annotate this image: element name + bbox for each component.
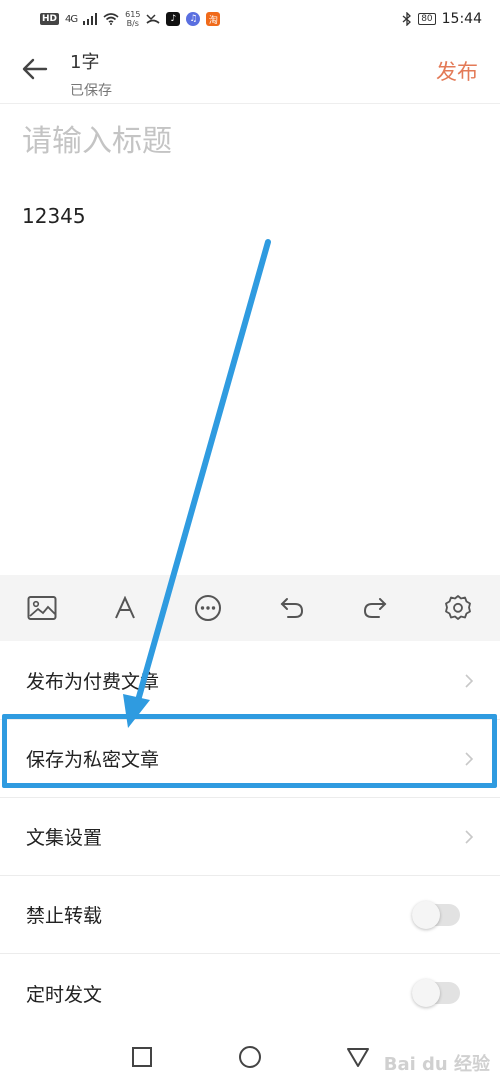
battery-icon: 80	[418, 13, 436, 25]
article-body[interactable]: 12345	[22, 204, 86, 228]
back-arrow-icon	[22, 58, 48, 80]
signal-icon	[83, 13, 98, 25]
watermark: Bai du 经验	[383, 1054, 490, 1075]
undo-button[interactable]	[275, 591, 309, 625]
collection-settings-label: 文集设置	[26, 827, 103, 849]
insert-image-button[interactable]	[25, 591, 59, 625]
settings-icon	[445, 595, 471, 620]
network-speed: 615 B/s	[125, 10, 140, 28]
scheduled-post-label: 定时发文	[26, 983, 103, 1006]
music-app-icon: ♫	[186, 12, 201, 26]
chevron-right-icon	[465, 673, 474, 688]
bluetooth-icon	[402, 12, 412, 26]
forbid-repost-row: 禁止转载	[0, 876, 500, 954]
forbid-repost-label: 禁止转载	[26, 905, 103, 927]
status-bar: HD 4G 615 B/s ♪ ♫ 淘 80 15:44	[0, 0, 500, 38]
scheduled-post-toggle[interactable]	[412, 979, 460, 1007]
collection-settings-row[interactable]: 文集设置	[0, 798, 500, 876]
network-type: 4G	[65, 13, 78, 25]
undo-icon	[280, 598, 303, 618]
editor-header: 1字 已保存 发布	[0, 38, 500, 104]
toggle-knob	[412, 900, 440, 929]
paid-article-row[interactable]: 发布为付费文章	[0, 642, 500, 720]
wifi-icon	[103, 13, 119, 25]
more-icon	[195, 595, 222, 621]
taobao-icon: 淘	[206, 12, 221, 26]
redo-button[interactable]	[358, 591, 392, 625]
home-button[interactable]	[237, 1044, 263, 1070]
status-bar-right: 80 15:44	[402, 11, 482, 27]
speed-unit: B/s	[126, 19, 139, 28]
image-icon	[27, 596, 57, 620]
publish-settings-list: 发布为付费文章 保存为私密文章 文集设置 禁止转载 定时发文	[0, 642, 500, 1032]
system-back-button[interactable]	[345, 1044, 371, 1070]
tiktok-icon: ♪	[166, 12, 181, 26]
missed-call-icon	[146, 14, 160, 24]
settings-button[interactable]	[441, 591, 475, 625]
save-status: 已保存	[70, 83, 112, 99]
scheduled-post-row: 定时发文	[0, 954, 500, 1032]
text-format-button[interactable]	[108, 591, 142, 625]
speed-value: 615	[125, 10, 141, 19]
text-format-icon	[115, 596, 136, 619]
editor-toolbar	[0, 575, 500, 641]
word-count: 1字	[70, 52, 100, 73]
recent-apps-button[interactable]	[129, 1044, 155, 1070]
square-icon	[132, 1047, 152, 1067]
chevron-right-icon	[465, 751, 474, 766]
private-article-row[interactable]: 保存为私密文章	[0, 720, 500, 798]
chevron-right-icon	[465, 829, 474, 844]
publish-button[interactable]: 发布	[436, 56, 478, 86]
triangle-back-icon	[347, 1048, 369, 1067]
more-button[interactable]	[191, 591, 225, 625]
circle-icon	[239, 1046, 261, 1068]
back-button[interactable]	[18, 52, 52, 86]
paid-article-label: 发布为付费文章	[26, 671, 160, 693]
private-article-label: 保存为私密文章	[26, 749, 160, 771]
title-input[interactable]	[22, 120, 478, 162]
forbid-repost-toggle[interactable]	[412, 900, 460, 929]
redo-icon	[363, 598, 387, 618]
toggle-knob	[412, 979, 440, 1007]
status-bar-left: HD 4G 615 B/s ♪ ♫ 淘	[40, 10, 221, 28]
hd-badge: HD	[40, 13, 60, 25]
clock: 15:44	[441, 11, 482, 27]
